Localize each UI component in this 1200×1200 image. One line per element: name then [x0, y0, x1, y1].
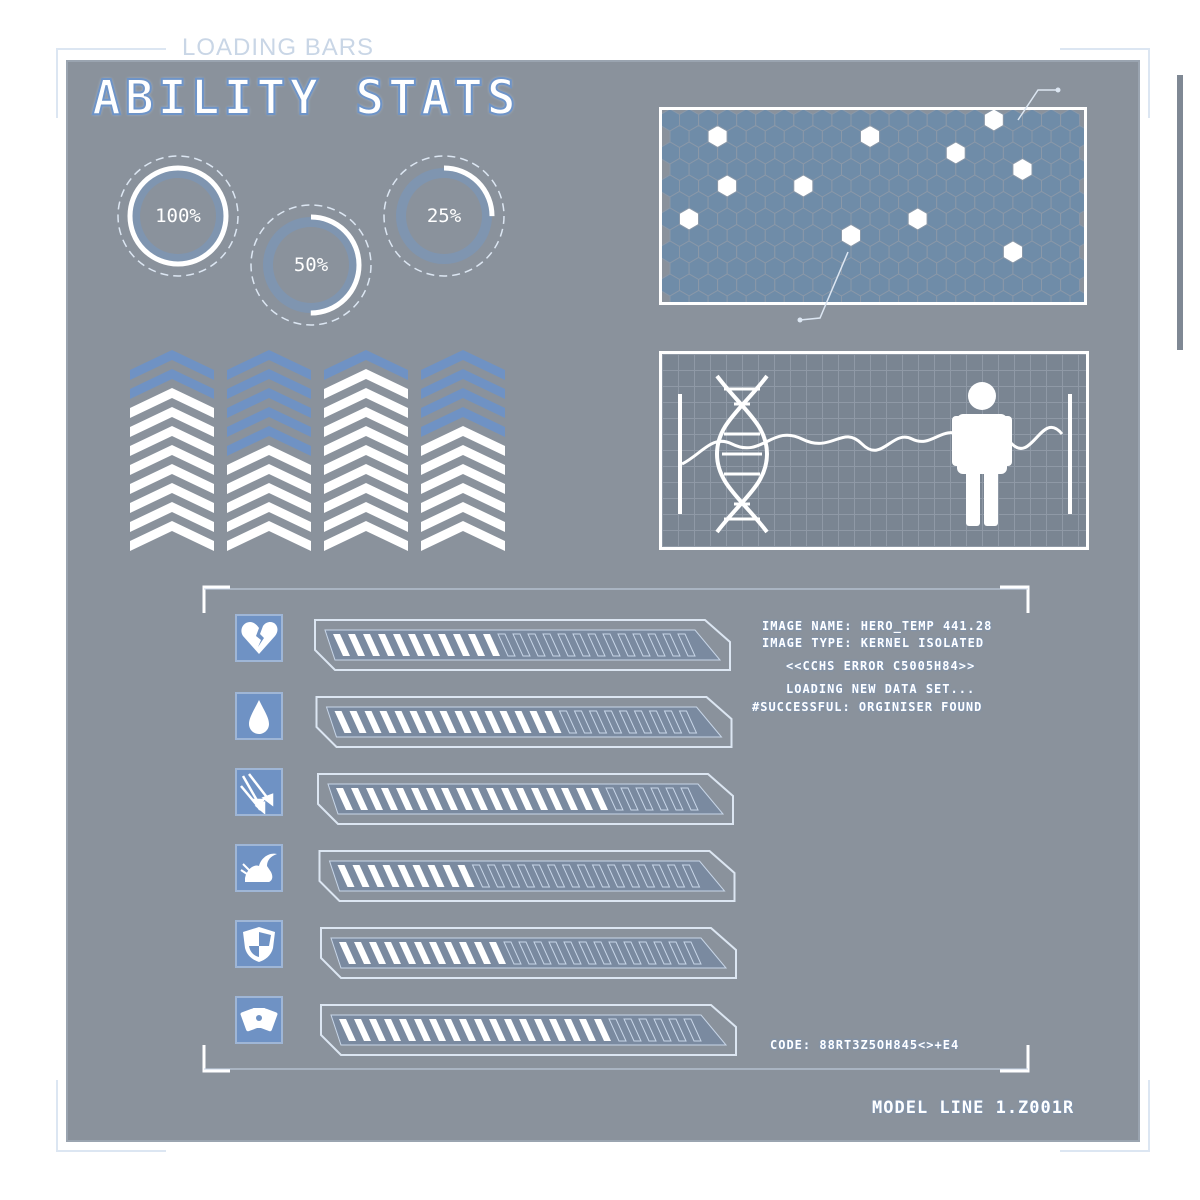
frame-corner [1060, 48, 1150, 50]
chevron-column [130, 350, 214, 551]
chevron-column [324, 350, 408, 551]
stat-bar [314, 619, 731, 671]
dna-scan-panel [659, 351, 1089, 550]
dna-scan-graphic [678, 374, 1072, 534]
info-image-name: IMAGE NAME: HERO_TEMP 441.28 [762, 619, 993, 633]
stat-bar [318, 850, 736, 902]
page-title: ABILITY STATS [91, 69, 520, 127]
broken-heart-icon [237, 616, 281, 660]
hex-callout-lines [797, 87, 1061, 323]
chevron-column [421, 350, 505, 551]
frame-corner [56, 48, 166, 50]
model-line-label: MODEL LINE 1.Z001R [872, 1098, 1075, 1118]
info-error: <<CCHS ERROR C5005H84>> [786, 659, 976, 673]
ring-label-100: 100% [155, 205, 201, 227]
frame-corner [1148, 1080, 1150, 1152]
dna-helix-icon [714, 374, 770, 534]
info-success: #SUCCESSFUL: ORGINISER FOUND [752, 700, 983, 714]
frame-corner [56, 1150, 166, 1152]
shield-icon [237, 922, 281, 966]
ring-label-25: 25% [426, 205, 462, 227]
ring-label-50: 50% [293, 254, 329, 276]
frame-corner [56, 48, 58, 118]
frame-corner [1060, 1150, 1150, 1152]
human-figure-icon [952, 382, 1012, 526]
chevron-meters [130, 350, 505, 551]
water-drop-icon [237, 694, 281, 738]
stat-bar [317, 773, 734, 825]
stat-bar [320, 1004, 737, 1056]
info-loading: LOADING NEW DATA SET... [786, 682, 976, 696]
frame-corner [56, 1080, 58, 1152]
chevron-column [227, 350, 311, 551]
info-image-type: IMAGE TYPE: KERNEL ISOLATED [762, 636, 985, 650]
arrows-icon [237, 770, 281, 815]
progress-rings [117, 155, 505, 326]
stat-bar [315, 696, 733, 748]
stat-bar [320, 927, 737, 979]
code-readout: CODE: 88RT3Z5OH845<>+E4 [770, 1038, 960, 1052]
frame-corner [1148, 48, 1150, 118]
side-scroll-marker [1177, 75, 1183, 350]
loading-bars-tag: LOADING BARS [182, 34, 375, 61]
winged-foot-icon [237, 846, 281, 890]
playing-cards-icon [237, 998, 281, 1042]
